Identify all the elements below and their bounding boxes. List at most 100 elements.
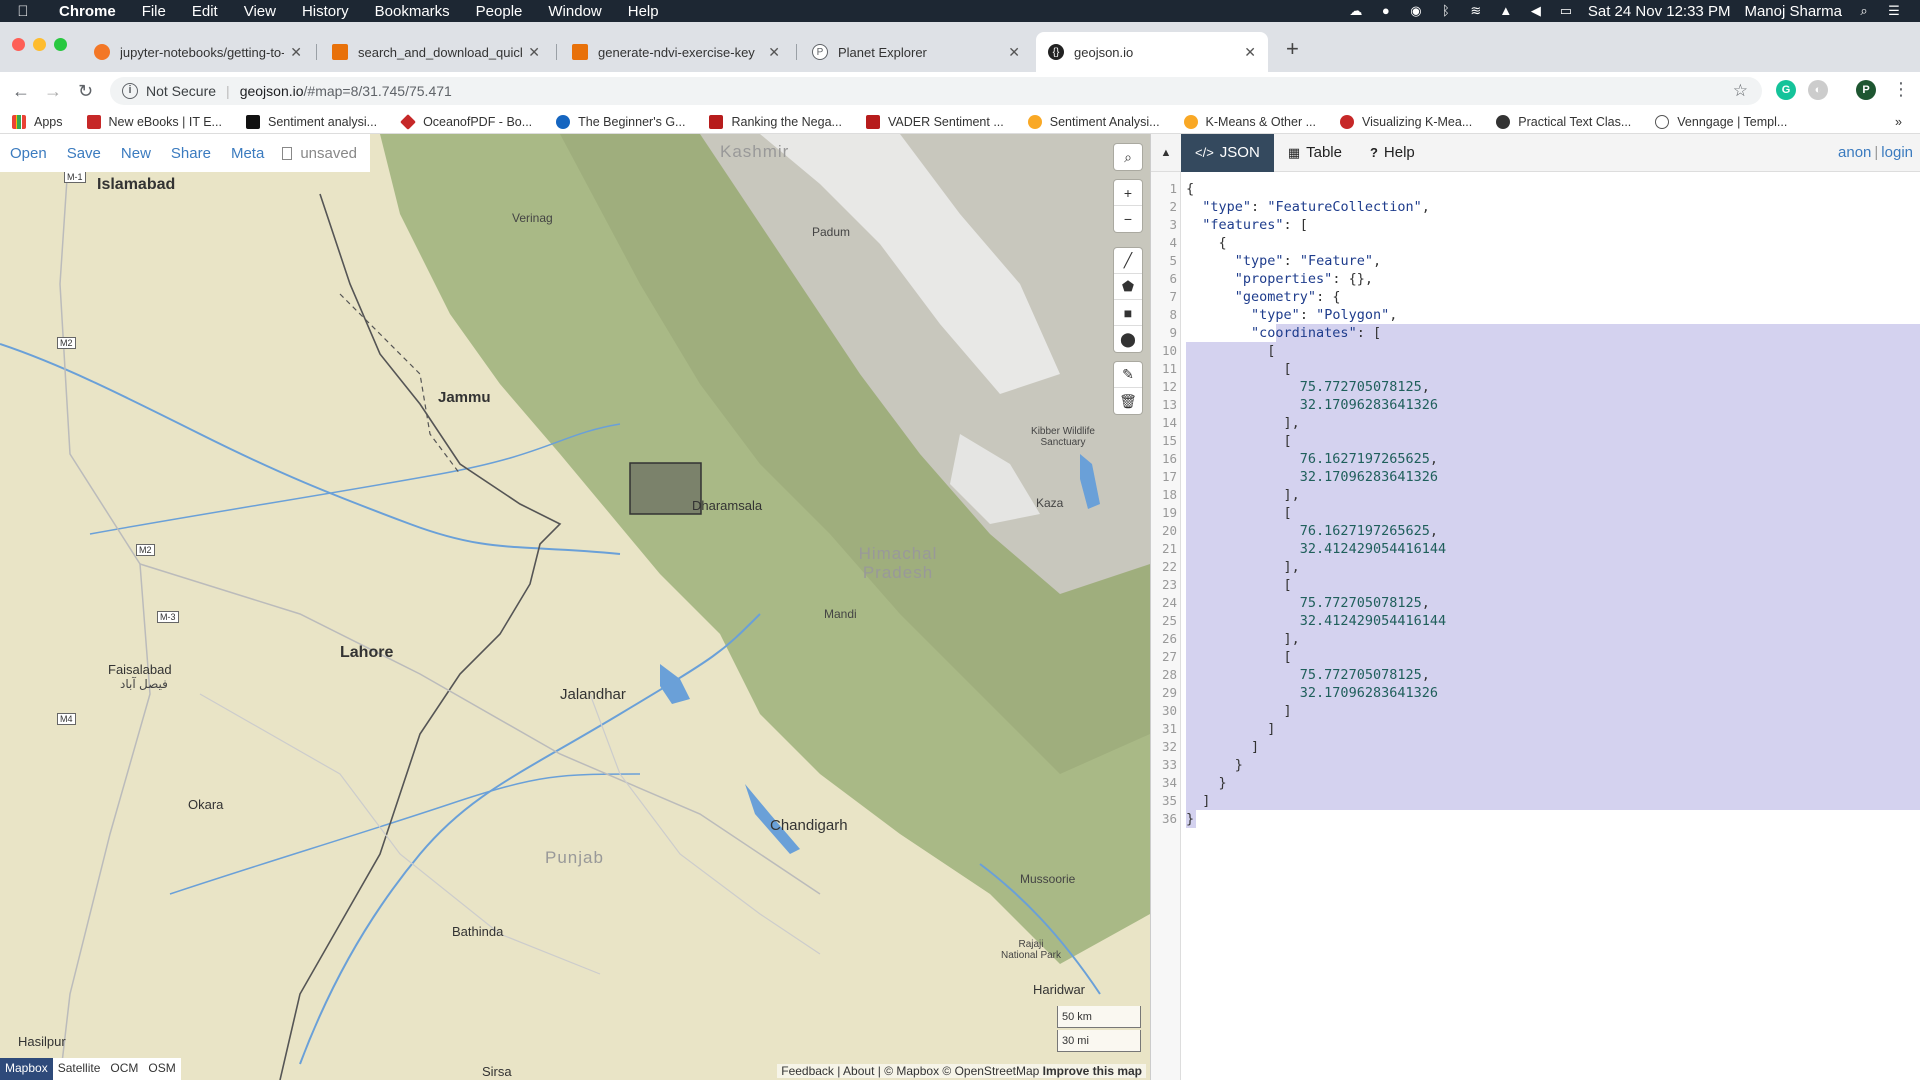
code-line[interactable]: 15 [	[1151, 432, 1920, 450]
login-link[interactable]: login	[1881, 144, 1913, 161]
volume-icon[interactable]: ◀	[1528, 4, 1544, 18]
open-button[interactable]: Open	[0, 145, 57, 162]
close-window-button[interactable]	[12, 38, 25, 51]
menu-bookmarks[interactable]: Bookmarks	[362, 3, 463, 20]
code-line[interactable]: 12 75.772705078125,	[1151, 378, 1920, 396]
grammarly-icon[interactable]: G	[1776, 80, 1796, 100]
bookmark-item[interactable]: Ranking the Nega...	[697, 114, 854, 129]
code-line[interactable]: 32 ]	[1151, 738, 1920, 756]
battery-icon[interactable]: ▭	[1558, 4, 1574, 18]
trash-icon[interactable]: 🗑	[1114, 388, 1142, 414]
bookmark-item[interactable]: Venngage | Templ...	[1643, 114, 1799, 129]
code-line[interactable]: 8 "type": "Polygon",	[1151, 306, 1920, 324]
code-line[interactable]: 1{	[1151, 180, 1920, 198]
menu-window[interactable]: Window	[535, 3, 614, 20]
menu-edit[interactable]: Edit	[179, 3, 231, 20]
airplay-icon[interactable]: ▲	[1498, 4, 1514, 18]
code-line[interactable]: 10 [	[1151, 342, 1920, 360]
close-icon[interactable]: ✕	[528, 44, 540, 61]
menu-datetime[interactable]: Sat 24 Nov 12:33 PM	[1588, 3, 1731, 20]
profile-avatar[interactable]: P	[1856, 80, 1876, 100]
layer-ocm[interactable]: OCM	[105, 1058, 143, 1080]
menu-help[interactable]: Help	[615, 3, 672, 20]
cloud-icon[interactable]: ☁	[1348, 4, 1364, 18]
tab-json[interactable]: </> JSON	[1181, 133, 1274, 172]
extension-icon[interactable]: ◐	[1808, 80, 1828, 100]
anon-link[interactable]: anon	[1838, 144, 1871, 161]
draw-line-icon[interactable]: ╱	[1114, 248, 1142, 274]
code-line[interactable]: 21 32.412429054416144	[1151, 540, 1920, 558]
search-icon[interactable]: ⌕	[1114, 144, 1142, 170]
forward-arrow-icon[interactable]: →	[44, 81, 62, 102]
code-line[interactable]: 19 [	[1151, 504, 1920, 522]
menu-history[interactable]: History	[289, 3, 362, 20]
code-line[interactable]: 3 "features": [	[1151, 216, 1920, 234]
new-tab-button[interactable]: +	[1286, 36, 1299, 62]
code-line[interactable]: 26 ],	[1151, 630, 1920, 648]
map-view[interactable]: Kashmir Islamabad Verinag Padum Jammu Ki…	[0, 134, 1150, 1080]
bookmark-item[interactable]: K-Means & Other ...	[1172, 114, 1328, 129]
code-line[interactable]: 31 ]	[1151, 720, 1920, 738]
code-line[interactable]: 29 32.17096283641326	[1151, 684, 1920, 702]
bookmark-star-icon[interactable]: ☆	[1733, 81, 1748, 101]
code-line[interactable]: 28 75.772705078125,	[1151, 666, 1920, 684]
apple-icon[interactable]: 	[0, 3, 46, 20]
tab-planet-explorer[interactable]: P Planet Explorer ✕	[800, 32, 1032, 72]
tab-help[interactable]: ? Help	[1356, 134, 1429, 172]
menu-people[interactable]: People	[463, 3, 536, 20]
code-line[interactable]: 11 [	[1151, 360, 1920, 378]
more-menu-icon[interactable]: ⋮	[1892, 79, 1910, 100]
code-line[interactable]: 34 }	[1151, 774, 1920, 792]
code-line[interactable]: 33 }	[1151, 756, 1920, 774]
bookmark-item[interactable]: New eBooks | IT E...	[75, 114, 234, 129]
draw-marker-icon[interactable]: ⬤	[1114, 326, 1142, 352]
menu-user[interactable]: Manoj Sharma	[1744, 3, 1842, 20]
code-line[interactable]: 18 ],	[1151, 486, 1920, 504]
menu-view[interactable]: View	[231, 3, 289, 20]
dashlane-icon[interactable]: ●	[1378, 4, 1394, 18]
edit-icon[interactable]: ✎	[1114, 362, 1142, 388]
code-line[interactable]: 14 ],	[1151, 414, 1920, 432]
security-status[interactable]: Not Secure	[146, 83, 216, 99]
info-icon[interactable]: i	[122, 83, 138, 99]
layer-osm[interactable]: OSM	[143, 1058, 180, 1080]
code-line[interactable]: 27 [	[1151, 648, 1920, 666]
code-line[interactable]: 23 [	[1151, 576, 1920, 594]
code-line[interactable]: 22 ],	[1151, 558, 1920, 576]
spotlight-search-icon[interactable]: ⌕	[1856, 4, 1872, 18]
notification-center-icon[interactable]: ☰	[1886, 4, 1902, 18]
save-button[interactable]: Save	[57, 145, 111, 162]
close-icon[interactable]: ✕	[768, 44, 780, 61]
zoom-in-button[interactable]: +	[1114, 180, 1142, 206]
drawn-polygon[interactable]	[629, 462, 702, 515]
menu-app-chrome[interactable]: Chrome	[46, 3, 129, 20]
json-code-editor[interactable]: 1{2 "type": "FeatureCollection", 3 "featu…	[1151, 172, 1920, 1080]
back-arrow-icon[interactable]: ←	[12, 81, 30, 102]
code-line[interactable]: 25 32.412429054416144	[1151, 612, 1920, 630]
code-line[interactable]: 36}	[1151, 810, 1920, 828]
bookmark-item[interactable]: Practical Text Clas...	[1484, 114, 1643, 129]
new-button[interactable]: New	[111, 145, 161, 162]
close-icon[interactable]: ✕	[1244, 44, 1256, 61]
code-line[interactable]: 4 {	[1151, 234, 1920, 252]
code-line[interactable]: 5 "type": "Feature",	[1151, 252, 1920, 270]
bookmarks-overflow-icon[interactable]: »	[1883, 115, 1920, 129]
draw-rectangle-icon[interactable]: ■	[1114, 300, 1142, 326]
bookmark-apps[interactable]: Apps	[0, 114, 75, 129]
url-text[interactable]: geojson.io/#map=8/31.745/75.471	[240, 83, 452, 99]
bookmark-item[interactable]: Sentiment Analysi...	[1016, 114, 1172, 129]
code-line[interactable]: 2 "type": "FeatureCollection",	[1151, 198, 1920, 216]
close-icon[interactable]: ✕	[290, 44, 302, 61]
tab-ndvi[interactable]: generate-ndvi-exercise-key ✕	[560, 32, 792, 72]
bookmark-item[interactable]: The Beginner's G...	[544, 114, 697, 129]
collapse-caret-icon[interactable]: ▲	[1151, 147, 1181, 159]
wifi-icon[interactable]: ≋	[1468, 4, 1484, 18]
tab-geojson[interactable]: {} geojson.io ✕	[1036, 32, 1268, 72]
improve-map-link[interactable]: Improve this map	[1043, 1064, 1142, 1078]
layer-satellite[interactable]: Satellite	[53, 1058, 106, 1080]
tab-jupyter[interactable]: jupyter-notebooks/getting-to- ✕	[82, 32, 314, 72]
tab-search-download[interactable]: search_and_download_quickst ✕	[320, 32, 552, 72]
code-line[interactable]: 9 "coordinates": [	[1151, 324, 1920, 342]
reload-icon[interactable]: ↻	[78, 81, 93, 102]
code-line[interactable]: 6 "properties": {},	[1151, 270, 1920, 288]
